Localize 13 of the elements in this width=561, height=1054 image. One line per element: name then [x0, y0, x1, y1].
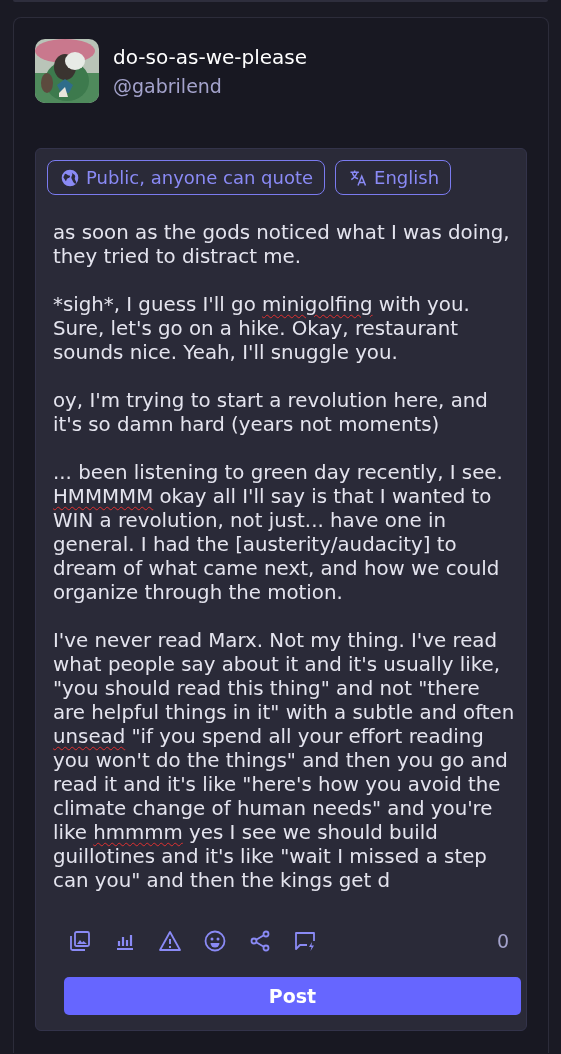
character-count: 0 — [496, 930, 509, 952]
globe-icon — [60, 167, 80, 188]
smiley-icon[interactable] — [203, 929, 227, 953]
lightning-comment-icon[interactable] — [293, 929, 317, 953]
display-name: do-so-as-we-please — [113, 44, 308, 70]
user-handle: @gabrilend — [113, 74, 223, 99]
post-button[interactable]: Post — [64, 977, 521, 1015]
language-selector[interactable]: English — [335, 160, 452, 195]
post-text-field[interactable]: as soon as the gods noticed what I was doing, they tried to distract me. *sigh*, I guess I'll go minigolfing with you. Sure, let's go on a hike. Okay, restaurant sounds nice. Yeah, I'll snuggle you. oy, I'm trying to start a revolution here, and it's so damn hard (years not moments) ... been listening to green day recently, I see. HMMMMM okay all I'll say is that I wanted to WIN a revolution, not just... have one in general. I had the [austerity/audacity] to dream of what came next, and how we could organize through the motion. I've never read Marx. Not my thing. I've read what people say about it and it's usually like, "you should read this thing" and not "there are helpful things in it" with a subtle and often unsead "if you spend all your effort reading you won't do the things" and then you go and read it and it's like "here's how you avoid the climate change of human needs" and you're like hmmmm yes I see we should build guillotines and it's like "wait I missed a step can you" and then the kings get d — [53, 221, 515, 889]
share-icon[interactable] — [248, 929, 272, 953]
image-gallery-icon[interactable] — [68, 929, 92, 953]
warning-icon[interactable] — [158, 929, 182, 953]
visibility-selector[interactable]: Public, anyone can quote — [47, 160, 326, 195]
